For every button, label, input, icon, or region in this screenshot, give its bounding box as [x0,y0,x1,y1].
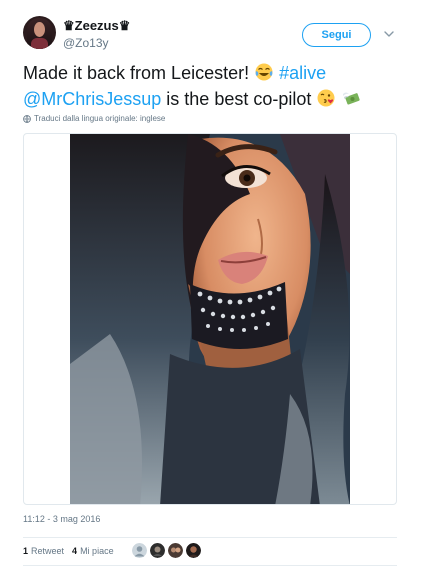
liker-avatar-3[interactable] [168,543,183,558]
mention-link[interactable]: @MrChrisJessup [23,89,161,109]
liker-avatar-4[interactable] [186,543,201,558]
tweet-text-line2: is the best co-pilot [161,89,317,109]
tears-of-joy-emoji-icon [255,63,273,81]
retweet-label[interactable]: Retweet [31,546,64,556]
tweet-text-line1: Made it back from Leicester! [23,63,255,83]
globe-icon [23,114,31,123]
author-names[interactable]: ♛Zeezus♛ @Zo13y [63,18,130,51]
tweet-stats: 1 Retweet 4 Mi piace [23,540,122,562]
tweet-timestamp[interactable]: 11:12 - 3 mag 2016 [23,514,100,524]
divider-bottom [23,565,397,566]
translate-label[interactable]: Traduci dalla lingua originale: inglese [34,114,165,123]
retweet-stat[interactable]: 1 Retweet [23,546,64,556]
divider-top [23,537,397,538]
tweet-photo[interactable] [70,134,350,504]
like-count[interactable]: 4 [72,546,77,556]
liker-avatar-2[interactable] [150,543,165,558]
like-label[interactable]: Mi piace [80,546,114,556]
liker-avatar-1[interactable] [132,543,147,558]
follow-button[interactable]: Segui [302,23,371,47]
likers-avatars [132,543,201,558]
chevron-down-icon[interactable] [383,28,395,40]
hashtag-link[interactable]: #alive [279,63,326,83]
translate-link[interactable]: Traduci dalla lingua originale: inglese [23,114,165,123]
tweet-header: ♛Zeezus♛ @Zo13y Segui [23,16,403,56]
tweet-text: Made it back from Leicester! #alive @MrC… [23,60,403,112]
tweet-card: ♛Zeezus♛ @Zo13y Segui Made it back from … [0,0,421,571]
author-avatar[interactable] [23,16,56,49]
retweet-count[interactable]: 1 [23,546,28,556]
face-blowing-kiss-emoji-icon [317,89,335,107]
author-display-name[interactable]: ♛Zeezus♛ [63,18,130,33]
money-with-wings-emoji-icon [343,92,361,105]
author-handle[interactable]: @Zo13y [63,36,130,51]
tweet-media[interactable] [23,133,397,505]
like-stat[interactable]: 4 Mi piace [72,546,114,556]
